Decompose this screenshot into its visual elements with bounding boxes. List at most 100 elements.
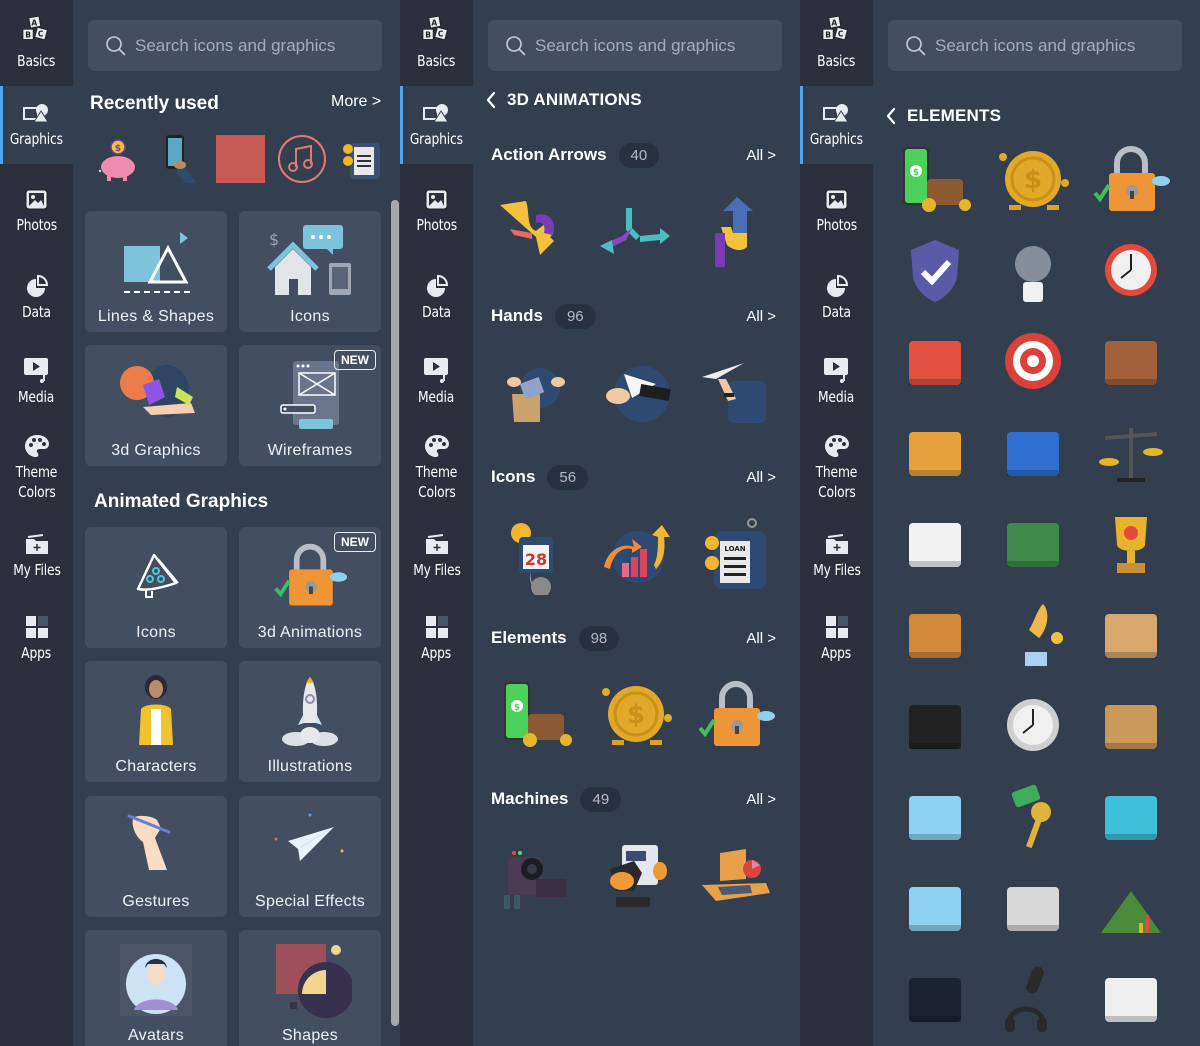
card-lines-shapes[interactable]: Lines & Shapes	[85, 211, 227, 332]
card-wireframes[interactable]: NEW Wireframes	[239, 345, 381, 466]
rail-item-data[interactable]: Data	[400, 262, 473, 332]
element-item-padlock-check[interactable]	[1086, 135, 1176, 226]
item-hands-box-card[interactable]	[491, 350, 581, 440]
search-box[interactable]	[888, 20, 1182, 71]
card-characters[interactable]: Characters	[85, 661, 227, 782]
element-item-idea-bulb[interactable]	[988, 226, 1078, 317]
element-item-map[interactable]	[1086, 772, 1176, 863]
recent-item-music[interactable]	[276, 133, 327, 185]
search-input[interactable]	[935, 35, 1175, 56]
rail-item-theme-colors[interactable]: Theme Colors	[0, 424, 73, 510]
rail-item-graphics[interactable]: Graphics	[400, 86, 473, 164]
rail-item-basics[interactable]: Basics	[0, 0, 73, 86]
scrollbar-thumb[interactable]	[391, 200, 399, 1026]
recent-item-loan[interactable]	[337, 133, 388, 185]
card-icons[interactable]: $ Icons	[239, 211, 381, 332]
element-item-bell-megaphone-box[interactable]	[1086, 590, 1176, 681]
see-all-link[interactable]: All >	[746, 147, 776, 164]
rail-item-photos[interactable]: Photos	[400, 176, 473, 246]
element-item-search-laptop[interactable]	[890, 863, 980, 954]
card-special-effects[interactable]: Special Effects	[239, 796, 381, 917]
element-item-laptop-plant[interactable]	[890, 772, 980, 863]
card-avatars[interactable]: Avatars	[85, 930, 227, 1046]
item-padlock-check[interactable]	[691, 671, 781, 761]
element-item-briefcase[interactable]	[1086, 317, 1176, 408]
back-button[interactable]: ELEMENTS	[885, 106, 1001, 126]
rail-item-photos[interactable]: Photos	[0, 176, 73, 246]
recent-item-red-square[interactable]	[215, 133, 266, 185]
element-item-binders[interactable]	[890, 408, 980, 499]
recent-item-piggy-bank[interactable]: $	[93, 133, 144, 185]
rail-item-data[interactable]: Data	[0, 262, 73, 332]
see-all-link[interactable]: All >	[746, 791, 776, 808]
card-illustrations[interactable]: Illustrations	[239, 661, 381, 782]
search-box[interactable]	[88, 20, 382, 71]
rail-item-my-files[interactable]: My Files	[400, 524, 473, 588]
item-press-machine[interactable]	[591, 832, 681, 922]
see-all-link[interactable]: All >	[746, 469, 776, 486]
rail-item-photos[interactable]: Photos	[800, 176, 873, 246]
item-camera-machine[interactable]	[491, 832, 581, 922]
element-item-printer[interactable]	[1086, 954, 1176, 1045]
rail-item-graphics[interactable]: Graphics	[0, 86, 73, 164]
element-item-tv-stand[interactable]	[890, 954, 980, 1045]
rail-item-media[interactable]: Media	[0, 346, 73, 416]
rail-item-basics[interactable]: Basics	[800, 0, 873, 86]
item-up-arrow-loop[interactable]	[691, 188, 781, 278]
more-link[interactable]: More >	[331, 93, 381, 111]
element-item-calendar-february-2021[interactable]	[988, 408, 1078, 499]
element-item-phone-wallet[interactable]	[890, 135, 980, 226]
element-item-alarm-clock[interactable]	[1086, 226, 1176, 317]
item-phone-wallet[interactable]	[491, 671, 581, 761]
element-item-key-tag[interactable]	[988, 772, 1078, 863]
element-item-balance-scale[interactable]	[1086, 408, 1176, 499]
element-item-usb-cloud[interactable]	[890, 681, 980, 772]
rail-item-apps[interactable]: Apps	[800, 606, 873, 670]
search-box[interactable]	[488, 20, 782, 71]
element-item-safe-money[interactable]	[988, 863, 1078, 954]
rail-item-apps[interactable]: Apps	[0, 606, 73, 670]
rail-item-my-files[interactable]: My Files	[0, 524, 73, 588]
item-split-arrow[interactable]	[591, 188, 681, 278]
search-input[interactable]	[135, 35, 375, 56]
element-item-mailbox[interactable]	[890, 317, 980, 408]
element-item-gold-coin[interactable]	[988, 135, 1078, 226]
item-growth-chart[interactable]	[591, 510, 681, 600]
rail-item-basics[interactable]: Basics	[400, 0, 473, 86]
rail-item-theme-colors[interactable]: Theme Colors	[800, 424, 873, 510]
element-item-address-book[interactable]	[890, 590, 980, 681]
rail-item-apps[interactable]: Apps	[400, 606, 473, 670]
element-item-rocket-launch[interactable]	[988, 590, 1078, 681]
element-item-bulletin-board[interactable]	[988, 499, 1078, 590]
card-gestures[interactable]: Gestures	[85, 796, 227, 917]
rail-item-my-files[interactable]: My Files	[800, 524, 873, 588]
item-tray-machine[interactable]	[691, 832, 781, 922]
card-3d-animations[interactable]: NEW 3d Animations	[239, 527, 381, 648]
element-item-compass[interactable]	[988, 681, 1078, 772]
rail-item-media[interactable]: Media	[400, 346, 473, 416]
card-shapes[interactable]: Shapes	[239, 930, 381, 1046]
see-all-link[interactable]: All >	[746, 308, 776, 325]
item-hand-paper-plane[interactable]	[691, 350, 781, 440]
see-all-link[interactable]: All >	[746, 630, 776, 647]
element-item-whiteboard[interactable]	[890, 499, 980, 590]
back-button[interactable]: 3D ANIMATIONS	[485, 90, 642, 110]
element-item-hourglass[interactable]	[1086, 681, 1176, 772]
rail-item-theme-colors[interactable]: Theme Colors	[400, 424, 473, 510]
card-animated-icons[interactable]: Icons	[85, 527, 227, 648]
element-item-trophy[interactable]	[1086, 499, 1176, 590]
element-item-mountain-growth[interactable]	[1086, 863, 1176, 954]
element-item-shield-check[interactable]	[890, 226, 980, 317]
element-item-microphone-headphones[interactable]	[988, 954, 1078, 1045]
item-loan-clipboard[interactable]: LOAN	[691, 510, 781, 600]
search-input[interactable]	[535, 35, 775, 56]
recent-item-phone[interactable]	[154, 133, 205, 185]
rail-item-media[interactable]: Media	[800, 346, 873, 416]
item-hand-play-button[interactable]	[591, 350, 681, 440]
item-yellow-curl-arrow[interactable]	[491, 188, 581, 278]
item-calendar-28[interactable]: 28	[491, 510, 581, 600]
card-3d-graphics[interactable]: 3d Graphics	[85, 345, 227, 466]
rail-item-graphics[interactable]: Graphics	[800, 86, 873, 164]
rail-item-data[interactable]: Data	[800, 262, 873, 332]
item-gold-coin[interactable]	[591, 671, 681, 761]
